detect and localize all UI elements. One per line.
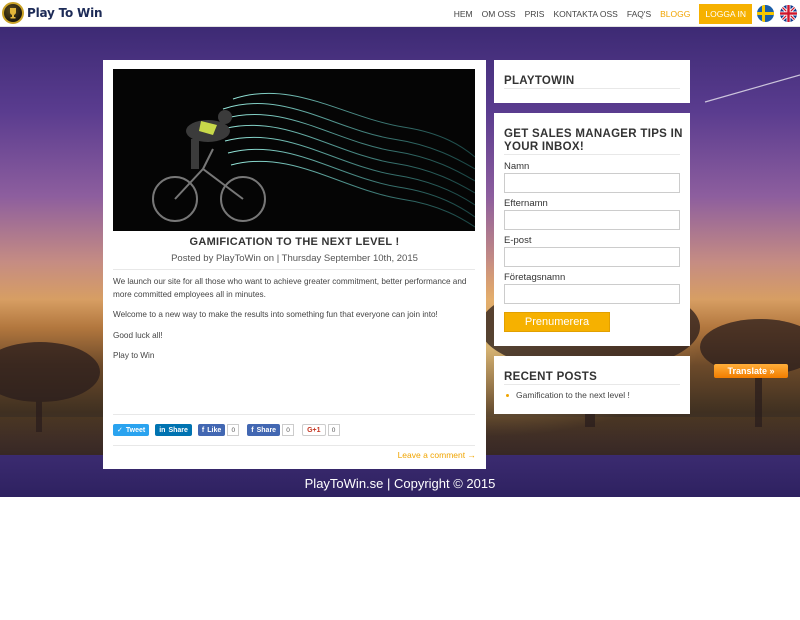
nav-item-hem[interactable]: HEM [454, 9, 473, 19]
subscribe-button[interactable]: Prenumerera [504, 312, 610, 332]
login-button[interactable]: LOGGA IN [699, 3, 752, 24]
newsletter-widget: GET SALES MANAGER TIPS IN YOUR INBOX! Na… [494, 113, 690, 346]
fb-share-count: 0 [282, 424, 295, 436]
recent-post-title: Gamification to the next level ! [516, 390, 630, 400]
tweet-label: Tweet [125, 426, 146, 434]
leave-comment-link[interactable]: Leave a comment → [398, 450, 476, 460]
divider [504, 384, 680, 385]
divider [504, 88, 680, 89]
company-label: Företagsnamn [504, 272, 566, 283]
recent-post-link[interactable]: Gamification to the next level ! [506, 390, 630, 400]
site-logo[interactable]: Play To Win [2, 2, 103, 24]
widget-title: PLAYTOWIN [504, 75, 575, 87]
post-title[interactable]: GAMIFICATION TO THE NEXT LEVEL ! [103, 236, 486, 248]
nav-item-kontakta-oss[interactable]: KONTAKTA OSS [553, 9, 617, 19]
site-header: Play To Win HEM OM OSS PRIS KONTAKTA OSS… [0, 0, 800, 27]
share-buttons: ✓ Tweet in Share f Like 0 f Share 0 G+1 … [113, 423, 348, 437]
footer-copyright: PlayToWin.se | Copyright © 2015 [304, 476, 496, 491]
post-body: We launch our site for all those who wan… [113, 276, 478, 371]
swedish-flag-icon[interactable] [757, 5, 774, 22]
recent-posts-widget: RECENT POSTS Gamification to the next le… [494, 356, 690, 414]
fb-like-count: 0 [227, 424, 240, 436]
uk-flag-icon[interactable] [780, 5, 797, 22]
site-title-widget: PLAYTOWIN [494, 60, 690, 103]
google-plus-button[interactable]: G+1 [302, 424, 326, 436]
divider [113, 445, 475, 446]
company-input[interactable] [504, 284, 680, 304]
email-label: E-post [504, 235, 532, 246]
logo-text: Play To Win [27, 6, 103, 20]
divider [504, 154, 680, 155]
post-paragraph: Good luck all! [113, 330, 163, 340]
first-name-label: Namn [504, 161, 530, 172]
post-paragraph: We launch our site for all those who wan… [113, 277, 467, 299]
facebook-like-button[interactable]: f Like [197, 424, 226, 436]
nav-item-blogg[interactable]: BLOGG [660, 9, 690, 19]
facebook-share-button[interactable]: f Share [247, 424, 281, 436]
facebook-icon: f [201, 426, 205, 434]
bullet-icon [506, 393, 509, 397]
blog-post-card: GAMIFICATION TO THE NEXT LEVEL ! Posted … [103, 60, 486, 469]
post-meta: Posted by PlayToWin on | Thursday Septem… [171, 253, 418, 264]
divider [113, 269, 475, 270]
linkedin-icon: in [159, 426, 166, 434]
nav-item-pris[interactable]: PRIS [525, 9, 545, 19]
linkedin-label: Share [168, 426, 188, 434]
linkedin-share-button[interactable]: in Share [155, 424, 192, 436]
nav-item-faqs[interactable]: FAQ'S [627, 9, 651, 19]
last-name-label: Efternamn [504, 198, 548, 209]
widget-title: GET SALES MANAGER TIPS IN YOUR INBOX! [504, 128, 683, 153]
translate-button[interactable]: Translate » [714, 364, 788, 378]
last-name-input[interactable] [504, 210, 680, 230]
first-name-input[interactable] [504, 173, 680, 193]
fb-like-label: Like [207, 426, 222, 434]
post-featured-image [113, 69, 475, 231]
widget-title: RECENT POSTS [504, 371, 598, 383]
fb-share-label: Share [256, 426, 277, 434]
post-paragraph: Welcome to a new way to make the results… [113, 310, 438, 319]
email-input[interactable] [504, 247, 680, 267]
divider [113, 414, 475, 415]
facebook-icon: f [251, 426, 254, 434]
post-paragraph: Play to Win [113, 351, 155, 360]
trophy-icon [2, 2, 24, 24]
gplus-count: 0 [327, 424, 340, 436]
tweet-button[interactable]: ✓ Tweet [113, 424, 150, 436]
main-nav: HEM OM OSS PRIS KONTAKTA OSS FAQ'S BLOGG… [445, 0, 752, 27]
twitter-icon: ✓ [117, 427, 123, 434]
page: PlayToWin.se | Copyright © 2015 Play To … [0, 0, 800, 620]
nav-item-om-oss[interactable]: OM OSS [482, 9, 516, 19]
